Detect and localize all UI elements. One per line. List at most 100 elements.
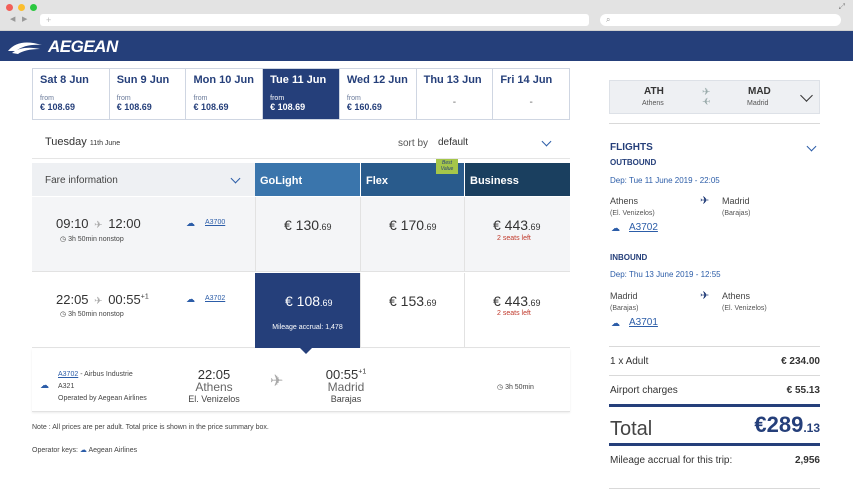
duration: ◷ 3h 50min nonstop	[60, 310, 124, 318]
clock-icon: ◷	[60, 311, 67, 318]
duration-text: 3h 50min nonstop	[68, 236, 124, 243]
detail-arrival-airport: Barajas	[330, 394, 362, 404]
selected-date: 11th June	[89, 140, 121, 147]
date-tab-mon[interactable]: Mon 10 Jun from € 108.69	[186, 69, 264, 119]
date-tab-sat[interactable]: Sat 8 Jun from € 108.69	[33, 69, 110, 119]
duration-text: 3h 50min nonstop	[68, 311, 124, 318]
browser-chrome: ◀ ▶ + ⌕ ⤢	[0, 0, 853, 31]
price-main: € 130	[284, 217, 320, 233]
price-note: Note : All prices are per adult. Total p…	[32, 424, 269, 431]
divider	[609, 123, 820, 124]
total-main: €289	[754, 412, 804, 437]
adult-value: € 234.00	[781, 356, 820, 367]
golight-price-selected[interactable]: € 108.69 Mileage accrual: 1,478	[255, 273, 360, 348]
flight-code-link[interactable]: A3702	[205, 295, 225, 302]
business-price[interactable]: € 443.69	[493, 293, 541, 309]
date-tab-sun[interactable]: Sun 9 Jun from € 108.69	[110, 69, 187, 119]
column-golight: GoLight	[255, 163, 360, 196]
flight-times: 22:05 ✈ 00:55+1	[56, 292, 149, 307]
inbound-flight-code[interactable]: A3701	[629, 317, 658, 328]
mileage-accrual: Mileage accrual: 1,478	[272, 324, 343, 331]
selected-day: Tuesday	[45, 136, 87, 148]
aircraft-type: A321	[58, 383, 75, 390]
total-label: Total	[610, 418, 653, 440]
next-day-indicator: +1	[140, 293, 149, 301]
column-business: Business	[465, 163, 570, 196]
outbound-from-airport: (El. Venizelos)	[610, 210, 655, 217]
sort-select[interactable]: default	[438, 137, 468, 148]
duration: ◷ 3h 50min nonstop	[60, 235, 124, 243]
date-tab-tue[interactable]: Tue 11 Jun from € 108.69	[263, 69, 340, 119]
flights-chevron-down-icon[interactable]	[806, 141, 817, 152]
aircraft-info: A3702 - Airbus Industrie	[58, 371, 133, 378]
detail-departure-city: Athens	[195, 380, 233, 394]
operator-airline: Aegean Airlines	[88, 447, 138, 454]
divider	[32, 158, 570, 159]
aegean-operator-icon: ☁	[611, 223, 620, 233]
date-tab-fri[interactable]: Fri 14 Jun -	[493, 69, 569, 119]
golight-price[interactable]: € 130.69	[284, 217, 332, 233]
new-tab-icon[interactable]: +	[46, 15, 51, 25]
price-main: € 108	[285, 293, 321, 309]
operator-keys-label: Operator keys:	[32, 447, 78, 454]
aegean-logo[interactable]: AEGEAN	[6, 37, 118, 57]
flight-code-link[interactable]: A3700	[205, 219, 225, 226]
from-label: from	[346, 95, 361, 102]
fullscreen-icon[interactable]: ⤢	[839, 2, 845, 12]
arrival-time: 00:55	[108, 292, 141, 307]
inbound-title: INBOUND	[610, 253, 648, 262]
no-price-dash: -	[452, 97, 457, 108]
forward-arrow-icon[interactable]: ▶	[22, 15, 27, 23]
chevron-down-icon	[230, 173, 241, 184]
price-decimal: .69	[424, 298, 437, 308]
brand-name: AEGEAN	[48, 37, 118, 56]
browser-search[interactable]: ⌕	[600, 14, 841, 26]
business-price[interactable]: € 443.69	[493, 217, 541, 233]
seats-left: 2 seats left	[497, 310, 531, 317]
price-main: € 170	[389, 217, 425, 233]
date-tab-thu[interactable]: Thu 13 Jun -	[417, 69, 494, 119]
plane-icon: ✈	[94, 220, 103, 231]
outbound-flight-code[interactable]: A3702	[629, 222, 658, 233]
back-arrow-icon[interactable]: ◀	[10, 15, 15, 23]
fare-information-label: Fare information	[45, 175, 118, 186]
inbound-to-airport: (El. Venizelos)	[722, 305, 767, 312]
inbound-to-city: Athens	[722, 291, 751, 301]
date-tab-wed[interactable]: Wed 12 Jun from € 160.69	[340, 69, 417, 119]
price-value: € 108.69	[285, 293, 333, 309]
price-main: € 443	[493, 217, 529, 233]
aegean-operator-icon: ☁	[186, 218, 195, 228]
divider	[609, 375, 820, 376]
flex-price[interactable]: € 170.69	[389, 217, 437, 233]
close-window-icon[interactable]	[6, 4, 13, 11]
plane-icon: ✈	[94, 296, 103, 307]
plane-icon: ✈	[700, 195, 710, 207]
outbound-title: OUTBOUND	[610, 158, 657, 167]
detail-arrival-city: Madrid	[327, 380, 365, 394]
inbound-departure: Dep: Thu 13 June 2019 - 12:55	[610, 270, 721, 279]
aircraft-maker: - Airbus Industrie	[78, 371, 133, 378]
aegean-bird-icon	[8, 42, 42, 54]
charges-value: € 55.13	[786, 385, 820, 396]
price-decimal: .69	[528, 298, 541, 308]
duration-text: 3h 50min	[505, 384, 534, 391]
fare-information-toggle[interactable]: Fare information	[32, 163, 255, 196]
sort-chevron-down-icon[interactable]	[541, 136, 552, 147]
aegean-operator-icon: ☁	[40, 380, 49, 390]
operator-keys: Operator keys: ☁ Aegean Airlines	[32, 446, 137, 454]
flight-row: 09:10 ✈ 12:00 ◷ 3h 50min nonstop ☁ A3700…	[32, 197, 570, 272]
date-label: Mon 10 Jun	[193, 74, 254, 86]
origin-city: Athens	[642, 100, 664, 107]
maximize-window-icon[interactable]	[30, 4, 37, 11]
search-icon: ⌕	[606, 15, 611, 24]
no-price-dash: -	[529, 97, 533, 108]
minimize-window-icon[interactable]	[18, 4, 25, 11]
chevron-down-icon[interactable]	[800, 89, 813, 102]
mileage-label: Mileage accrual for this trip:	[610, 455, 733, 466]
route-summary[interactable]: ATH Athens ✈ ✈ MAD Madrid	[609, 80, 820, 114]
detail-flight-code[interactable]: A3702	[58, 371, 78, 378]
outbound-departure: Dep: Tue 11 June 2019 - 22:05	[610, 176, 720, 185]
adult-label: 1 x Adult	[610, 356, 649, 367]
address-bar[interactable]: +	[40, 14, 589, 26]
flex-price[interactable]: € 153.69	[389, 293, 437, 309]
